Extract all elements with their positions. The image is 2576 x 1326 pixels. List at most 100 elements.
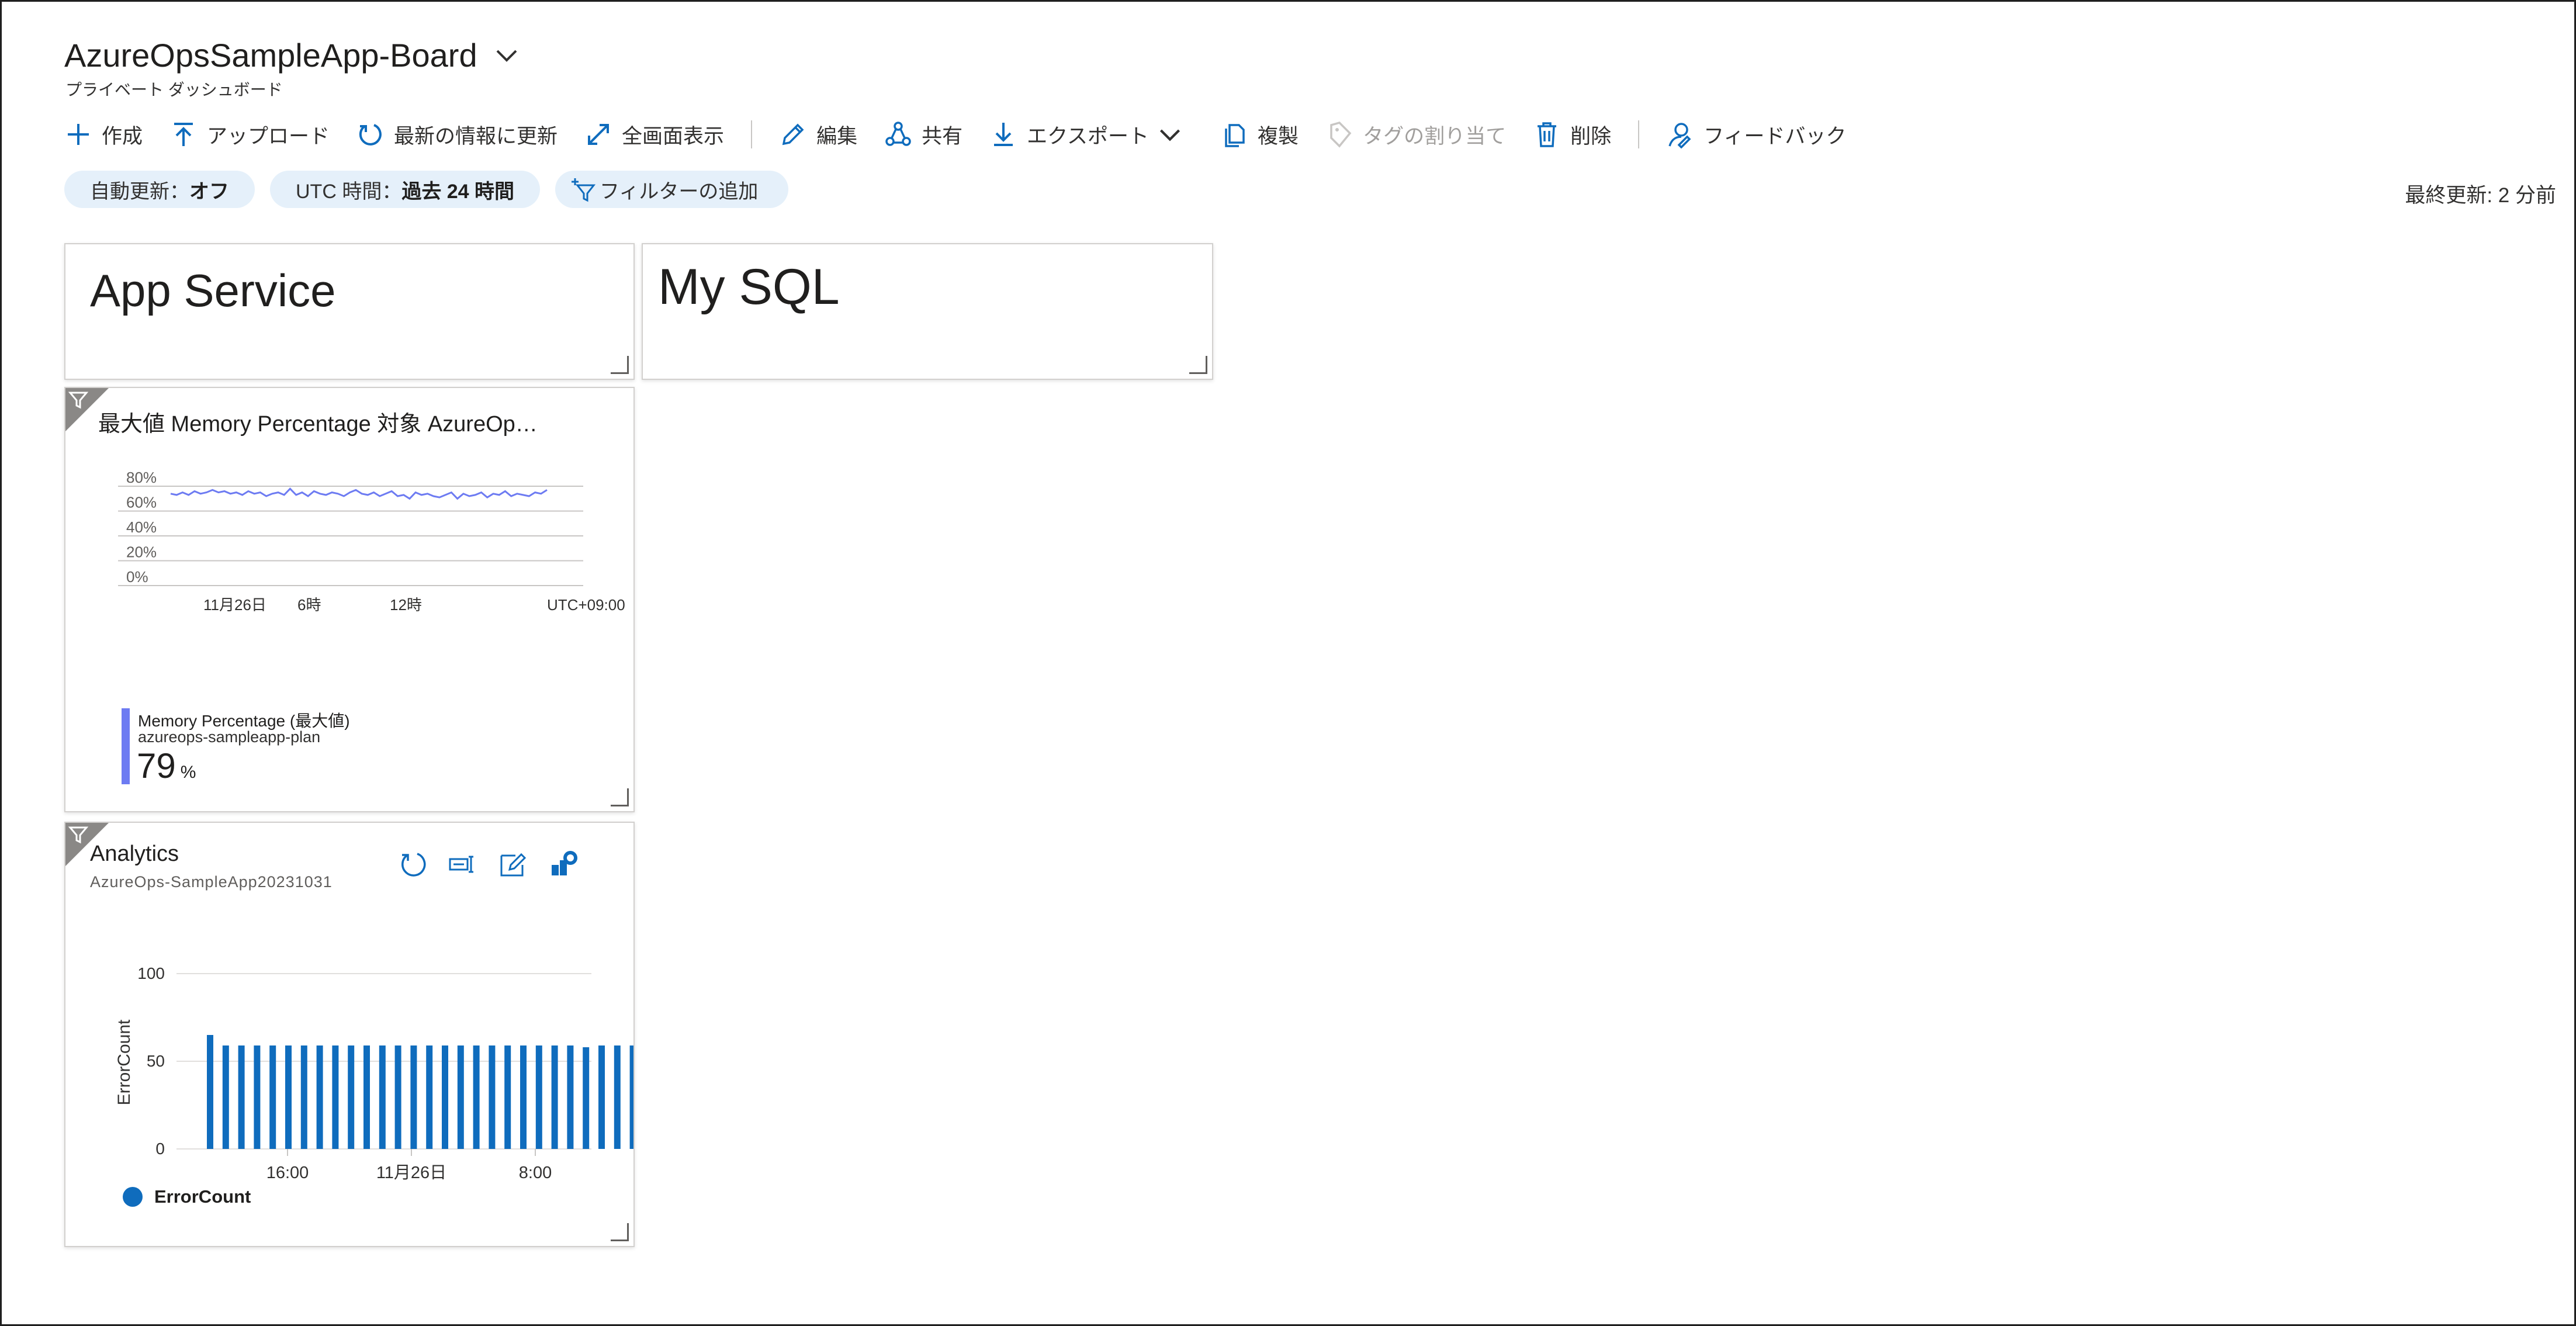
utc-time-pill[interactable]: UTC 時間： 過去 24 時間 — [270, 171, 541, 208]
tile-analytics[interactable]: Analytics AzureOps-SampleApp20231031 100… — [64, 822, 635, 1247]
bar — [300, 1045, 307, 1149]
resize-handle[interactable] — [611, 788, 629, 806]
edit-query-icon[interactable] — [448, 849, 479, 880]
bar — [410, 1045, 417, 1149]
clone-label: 複製 — [1258, 124, 1299, 148]
share-icon — [885, 122, 911, 146]
insights-icon[interactable] — [548, 849, 580, 880]
dashboard-subtitle: プライベート ダッシュボード — [65, 81, 283, 99]
tile-markdown-text: My SQL — [658, 259, 840, 315]
create-label: 作成 — [102, 124, 143, 148]
bar — [583, 1047, 590, 1149]
export-label: エクスポート — [1027, 124, 1149, 148]
bar — [629, 1045, 633, 1149]
bar — [394, 1045, 401, 1149]
assign-tags-button[interactable]: タグの割り当て — [1325, 116, 1506, 153]
tile-memory-percentage[interactable]: 最大値 Memory Percentage 対象 AzureOp… 80% 60%… — [64, 387, 635, 812]
resize-handle[interactable] — [1189, 356, 1207, 374]
bar — [551, 1045, 558, 1149]
bar — [614, 1045, 621, 1149]
x-tick-label: 11月26日 — [203, 596, 266, 614]
refresh-icon[interactable] — [397, 849, 429, 880]
analytics-legend: ErrorCount — [123, 1186, 251, 1207]
x-tick-label: 6時 — [297, 596, 321, 614]
feedback-icon — [1668, 123, 1691, 148]
fullscreen-button[interactable]: 全画面表示 — [584, 116, 724, 153]
refresh-label: 最新の情報に更新 — [394, 124, 558, 148]
bar — [442, 1045, 448, 1149]
feedback-button[interactable]: フィードバック — [1666, 116, 1846, 153]
legend-resource-name: azureops-sampleapp-plan — [138, 728, 321, 746]
legend-value: 79% — [137, 746, 196, 786]
create-button[interactable]: 作成 — [64, 116, 143, 153]
add-filter-button[interactable]: フィルターの追加 — [555, 171, 789, 208]
y-tick-label: 40% — [126, 518, 157, 536]
bar — [348, 1045, 355, 1149]
legend-color-bar — [122, 708, 130, 784]
toolbar-divider — [751, 120, 753, 148]
share-button[interactable]: 共有 — [884, 116, 962, 153]
bar — [457, 1045, 464, 1149]
upload-button[interactable]: アップロード — [169, 116, 330, 153]
plus-icon — [68, 124, 89, 145]
y-tick-label: 0% — [126, 568, 148, 586]
tile-mysql[interactable]: My SQL — [642, 243, 1213, 380]
tile-markdown-text: App Service — [90, 265, 336, 316]
share-label: 共有 — [922, 124, 963, 148]
legend-value-unit: % — [180, 763, 196, 782]
y-tick-label: 100 — [137, 964, 165, 982]
x-tick-label: 11月26日 — [376, 1164, 446, 1182]
copy-icon — [1225, 124, 1245, 147]
resize-handle[interactable] — [611, 356, 629, 374]
dashboard-title[interactable]: AzureOpsSampleApp-Board — [64, 36, 477, 74]
export-button[interactable]: エクスポート — [989, 116, 1193, 153]
edit-button[interactable]: 編集 — [779, 116, 857, 153]
edit-label: 編集 — [816, 124, 858, 148]
utc-time-value: 過去 24 時間 — [401, 180, 515, 203]
bar — [254, 1045, 261, 1149]
legend-value-number: 79 — [137, 746, 176, 785]
chevron-down-icon[interactable] — [493, 41, 521, 70]
delete-button[interactable]: 削除 — [1533, 116, 1611, 153]
utc-time-label: UTC 時間： — [296, 180, 402, 203]
command-bar: 作成 アップロード 最新の情報に更新 全画面表示 編集 共有 エクスポート 複製… — [64, 116, 1873, 153]
y-tick-label: 60% — [126, 494, 157, 511]
y-axis-title: ErrorCount — [115, 1019, 134, 1105]
bar — [363, 1045, 370, 1149]
bar — [567, 1045, 574, 1149]
bar — [285, 1045, 292, 1149]
y-tick-label: 80% — [126, 469, 157, 486]
resize-handle[interactable] — [611, 1223, 629, 1241]
tile-app-service[interactable]: App Service — [64, 243, 635, 380]
bar — [426, 1045, 433, 1149]
chevron-down-icon — [1160, 129, 1180, 141]
auto-refresh-pill[interactable]: 自動更新： オフ — [64, 171, 255, 208]
bar — [316, 1045, 323, 1149]
refresh-button[interactable]: 最新の情報に更新 — [356, 116, 558, 153]
y-tick-label: 20% — [126, 543, 157, 561]
refresh-icon — [359, 124, 382, 146]
clone-button[interactable]: 複製 — [1220, 116, 1299, 153]
legend-label: ErrorCount — [154, 1186, 251, 1207]
auto-refresh-value: オフ — [189, 180, 229, 203]
toolbar-divider — [1638, 120, 1640, 148]
x-tick-label: UTC+09:00 — [547, 596, 625, 614]
open-editor-icon[interactable] — [498, 849, 529, 880]
expand-icon — [588, 124, 610, 145]
bar — [222, 1045, 229, 1149]
bar — [504, 1045, 511, 1149]
memory-line-chart: 80% 60% 40% 20% 0% 11月26日 6時 12時 UTC+09:00 — [118, 469, 625, 614]
bar — [489, 1045, 496, 1149]
memory-tile-title: 最大値 Memory Percentage 対象 AzureOp… — [98, 412, 538, 437]
legend-dot — [123, 1187, 143, 1207]
upload-label: アップロード — [207, 124, 330, 148]
upload-icon — [174, 123, 193, 146]
tag-icon — [1330, 122, 1352, 148]
dashboard-title-row[interactable]: AzureOpsSampleApp-Board — [64, 36, 521, 74]
analytics-actions — [397, 849, 598, 880]
bar — [473, 1045, 480, 1149]
bar — [269, 1045, 276, 1149]
add-filter-icon — [572, 178, 596, 202]
y-tick-label: 50 — [147, 1052, 165, 1070]
x-tick-label: 16:00 — [266, 1164, 309, 1182]
